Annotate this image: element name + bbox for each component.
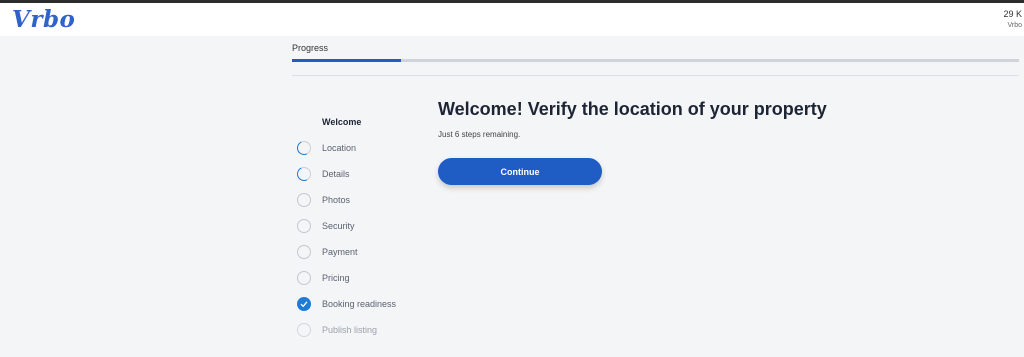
step-location[interactable]: Location (297, 141, 427, 157)
empty-circle-icon (297, 323, 311, 337)
step-booking-readiness[interactable]: Booking readiness (297, 297, 427, 313)
empty-circle-icon (297, 219, 311, 233)
progress-bar (292, 59, 1019, 62)
page-title: Welcome! Verify the location of your pro… (438, 99, 827, 119)
step-pricing[interactable]: Pricing (297, 271, 427, 287)
in-progress-icon (297, 167, 311, 181)
step-photos[interactable]: Photos (297, 193, 427, 209)
step-label: Booking readiness (322, 299, 397, 309)
step-label: Payment (322, 247, 358, 257)
step-label: Photos (322, 195, 351, 205)
empty-circle-icon (297, 245, 311, 259)
step-label: Details (322, 169, 350, 179)
step-security[interactable]: Security (297, 219, 427, 235)
empty-circle-icon (297, 271, 311, 285)
header-account-line2: Vrbo (1007, 22, 1022, 29)
step-publish-listing: Publish listing (297, 323, 427, 339)
header-account[interactable]: 29 K Vrbo (998, 9, 1022, 29)
progress-bar-fill (292, 59, 402, 62)
checkmark-icon (297, 297, 311, 311)
empty-circle-icon (297, 193, 311, 207)
step-label: Security (322, 221, 355, 231)
step-details[interactable]: Details (297, 167, 427, 183)
vrbo-logo[interactable]: Vrbo (12, 6, 75, 33)
step-payment[interactable]: Payment (297, 245, 427, 261)
in-progress-icon (297, 141, 311, 155)
progress-label: Progress (292, 43, 329, 53)
step-welcome[interactable]: Welcome (297, 115, 427, 131)
header-account-line1: 29 K (1003, 9, 1022, 19)
continue-button[interactable]: Continue (438, 158, 602, 185)
steps-remaining-text: Just 6 steps remaining. (438, 130, 521, 139)
step-label: Pricing (322, 273, 350, 283)
step-label: Welcome (322, 117, 362, 127)
header: Vrbo 29 K Vrbo (0, 3, 1024, 36)
step-label: Publish listing (322, 325, 378, 335)
divider (292, 75, 1019, 76)
step-label: Location (322, 143, 357, 153)
